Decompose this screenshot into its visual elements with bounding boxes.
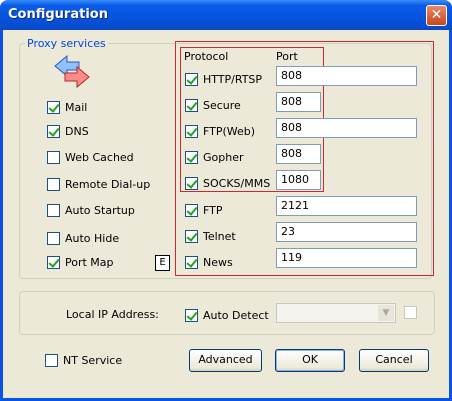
dialog-body: Proxy services Mail DNS Web Cached Remot… — [3, 30, 449, 398]
protocol-row-socks-mms[interactable]: SOCKS/MMS — [185, 175, 270, 191]
http-rtsp-label: HTTP/RTSP — [203, 72, 263, 86]
protocol-row-news[interactable]: News — [185, 254, 233, 270]
auto-detect-label: Auto Detect — [203, 308, 269, 322]
title-bar[interactable]: Configuration ✕ — [0, 0, 452, 30]
dns-checkbox[interactable]: DNS — [47, 123, 89, 139]
port-map-edit-button[interactable]: E — [155, 255, 170, 271]
socks-mms-checkbox[interactable] — [185, 176, 198, 190]
protocol-row-gopher[interactable]: Gopher — [185, 149, 244, 165]
news-label: News — [203, 255, 233, 269]
mail-checkbox-box[interactable] — [47, 100, 60, 114]
http-rtsp-port-field[interactable]: 808 — [276, 66, 417, 86]
port-map-checkbox[interactable]: Port Map — [47, 254, 114, 270]
telnet-port-field[interactable]: 23 — [276, 222, 417, 242]
protocol-row-ftp[interactable]: FTP — [185, 202, 223, 218]
gopher-port-field[interactable]: 808 — [276, 144, 321, 164]
ftp-web-port-field[interactable]: 808 — [276, 118, 417, 138]
socks-mms-label: SOCKS/MMS — [203, 176, 271, 190]
nt-service-checkbox-box[interactable] — [45, 353, 58, 367]
ftp-web-checkbox[interactable] — [185, 124, 198, 138]
news-checkbox[interactable] — [185, 255, 198, 269]
proxy-services-legend: Proxy services — [25, 37, 108, 50]
auto-hide-checkbox-box[interactable] — [47, 231, 60, 245]
web-cached-label: Web Cached — [65, 150, 134, 164]
transfer-arrows-icon — [54, 55, 90, 89]
auto-startup-label: Auto Startup — [65, 203, 135, 217]
telnet-checkbox[interactable] — [185, 229, 198, 243]
nt-service-checkbox[interactable]: NT Service — [45, 352, 122, 368]
port-map-checkbox-box[interactable] — [47, 255, 60, 269]
ftp-web-label: FTP(Web) — [203, 124, 256, 138]
protocol-header: Protocol — [184, 50, 229, 63]
socks-mms-port-field[interactable]: 1080 — [276, 170, 321, 190]
gopher-label: Gopher — [203, 150, 244, 164]
port-header: Port — [276, 50, 298, 63]
cancel-button[interactable]: Cancel — [359, 349, 429, 372]
web-cached-checkbox-box[interactable] — [47, 150, 60, 164]
dns-checkbox-box[interactable] — [47, 124, 60, 138]
protocol-row-secure[interactable]: Secure — [185, 97, 241, 113]
close-icon: ✕ — [430, 7, 443, 23]
local-ip-label: Local IP Address: — [66, 308, 159, 321]
protocol-row-telnet[interactable]: Telnet — [185, 228, 236, 244]
port-map-label: Port Map — [65, 255, 114, 269]
news-port-field[interactable]: 119 — [276, 248, 417, 268]
advanced-button[interactable]: Advanced — [189, 349, 262, 372]
auto-hide-label: Auto Hide — [65, 231, 120, 245]
auto-startup-checkbox[interactable]: Auto Startup — [47, 202, 135, 218]
telnet-label: Telnet — [203, 229, 236, 243]
window-title: Configuration — [8, 7, 108, 22]
configuration-window: Configuration ✕ Proxy services Mail DNS … — [0, 0, 452, 401]
secure-checkbox[interactable] — [185, 98, 198, 112]
remote-dialup-checkbox[interactable]: Remote Dial-up — [47, 176, 150, 192]
chevron-down-icon[interactable]: ▼ — [378, 305, 394, 321]
ok-button[interactable]: OK — [275, 349, 345, 372]
nt-service-label: NT Service — [63, 353, 123, 367]
remote-dialup-label: Remote Dial-up — [65, 177, 151, 191]
local-ip-dropdown[interactable]: ▼ — [276, 303, 396, 323]
ftp-checkbox[interactable] — [185, 203, 198, 217]
ftp-label: FTP — [203, 203, 223, 217]
ftp-port-field[interactable]: 2121 — [276, 196, 417, 216]
auto-detect-checkbox-box[interactable] — [185, 308, 198, 322]
auto-startup-checkbox-box[interactable] — [47, 203, 60, 217]
remote-dialup-checkbox-box[interactable] — [47, 177, 60, 191]
gopher-checkbox[interactable] — [185, 150, 198, 164]
protocol-row-ftp-web[interactable]: FTP(Web) — [185, 123, 255, 139]
secure-port-field[interactable]: 808 — [276, 92, 321, 112]
local-ip-extra-checkbox[interactable] — [404, 306, 417, 319]
auto-hide-checkbox[interactable]: Auto Hide — [47, 230, 119, 246]
mail-label: Mail — [65, 100, 88, 114]
secure-label: Secure — [203, 98, 241, 112]
mail-checkbox[interactable]: Mail — [47, 99, 87, 115]
protocol-row-http-rtsp[interactable]: HTTP/RTSP — [185, 71, 262, 87]
dns-label: DNS — [65, 124, 89, 138]
close-button[interactable]: ✕ — [426, 5, 447, 26]
http-rtsp-checkbox[interactable] — [185, 72, 198, 86]
web-cached-checkbox[interactable]: Web Cached — [47, 149, 134, 165]
auto-detect-checkbox[interactable]: Auto Detect — [185, 307, 269, 323]
